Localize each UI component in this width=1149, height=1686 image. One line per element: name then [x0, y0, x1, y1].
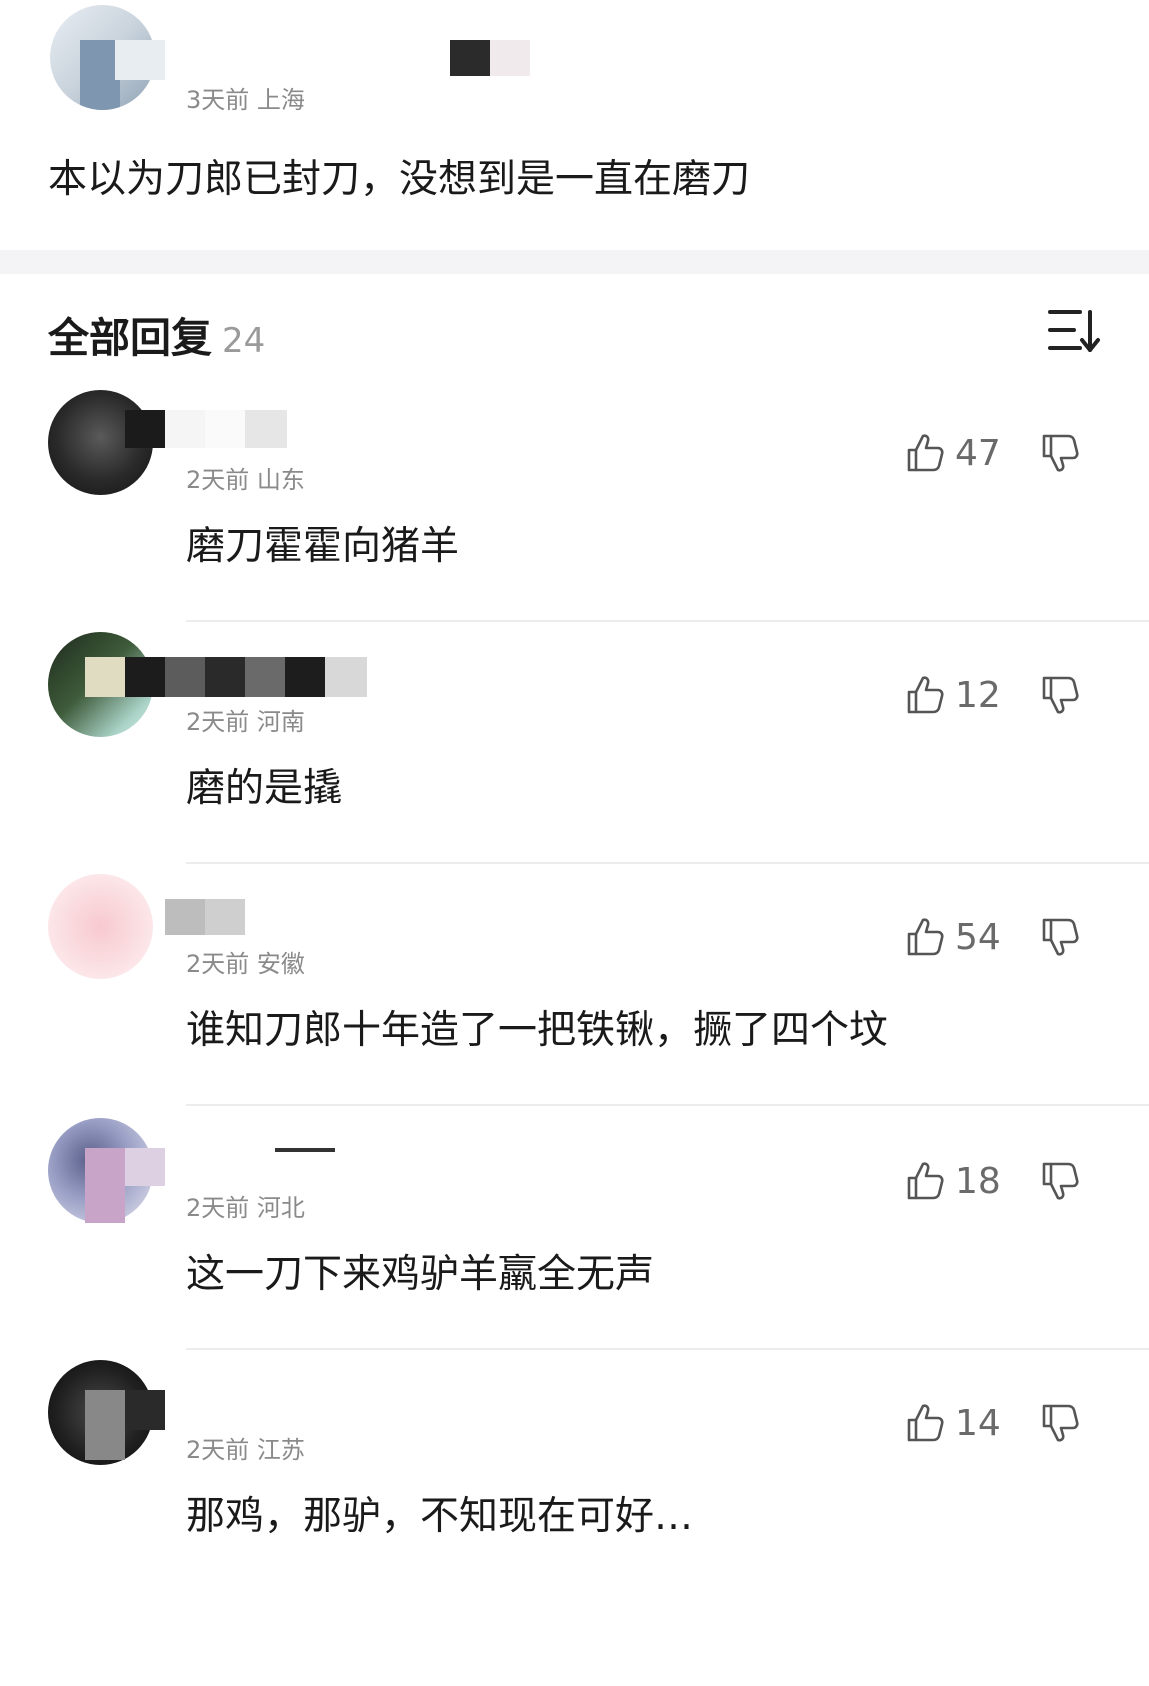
reply-meta: 2天前 河北 — [186, 1194, 305, 1222]
username-mosaic — [165, 657, 205, 697]
username-mosaic — [125, 657, 165, 697]
reply-meta: 2天前 江苏 — [186, 1436, 305, 1464]
thumbs-up-icon — [907, 676, 944, 714]
dislike-button[interactable] — [1040, 432, 1084, 478]
dislike-button[interactable] — [1040, 1402, 1084, 1448]
thumbs-down-icon — [1042, 1404, 1079, 1442]
username-mosaic — [85, 1148, 125, 1223]
username-mosaic — [245, 410, 287, 448]
dislike-button[interactable] — [1040, 1160, 1084, 1206]
divider — [186, 862, 1149, 864]
like-count: 54 — [955, 916, 1001, 958]
thumbs-up-icon — [907, 1404, 944, 1442]
username-mosaic — [125, 1390, 165, 1430]
thumbs-down-icon — [1042, 1162, 1079, 1200]
reply-item: 2天前 江苏 14 那鸡，那驴，不知现在可好… — [0, 1360, 1149, 1622]
username-mosaic — [450, 40, 490, 76]
like-button[interactable]: 14 — [905, 1400, 1001, 1446]
like-count: 14 — [955, 1402, 1001, 1444]
reply-item: 2天前 河南 12 磨的是撬 — [0, 632, 1149, 894]
username-mosaic — [325, 657, 367, 697]
section-divider — [0, 250, 1149, 274]
replies-title: 全部回复 — [48, 314, 212, 362]
thumbs-down-icon — [1042, 434, 1079, 472]
dislike-button[interactable] — [1040, 916, 1084, 962]
reply-meta: 2天前 安徽 — [186, 950, 305, 978]
reply-content: 磨刀霍霍向猪羊 — [186, 524, 460, 569]
comment-meta: 3天前 上海 — [186, 86, 305, 114]
replies-count: 24 — [222, 321, 266, 361]
like-button[interactable]: 12 — [905, 672, 1001, 718]
reply-meta: 2天前 河南 — [186, 708, 305, 736]
reply-content: 这一刀下来鸡驴羊羸全无声 — [186, 1252, 655, 1297]
original-comment: 3天前 上海 本以为刀郎已封刀，没想到是一直在磨刀 — [0, 0, 1149, 250]
reply-content: 磨的是撬 — [186, 766, 343, 811]
divider — [186, 1104, 1149, 1106]
reply-item: 2天前 安徽 54 谁知刀郎十年造了一把铁锹，撅了四个坟 — [0, 874, 1149, 1136]
reply-content: 那鸡，那驴，不知现在可好… — [186, 1494, 694, 1539]
replies-header: 全部回复 24 — [48, 304, 265, 364]
username-mosaic — [205, 899, 245, 935]
username-mosaic — [85, 1390, 125, 1460]
sort-button[interactable] — [1046, 306, 1102, 356]
username-mosaic — [205, 410, 245, 448]
username-mosaic — [85, 657, 125, 697]
username-mosaic — [490, 40, 530, 76]
thumbs-down-icon — [1042, 676, 1079, 714]
reply-content: 谁知刀郎十年造了一把铁锹，撅了四个坟 — [186, 1008, 889, 1053]
like-count: 18 — [955, 1160, 1001, 1202]
sort-icon — [1048, 310, 1100, 352]
like-button[interactable]: 18 — [905, 1158, 1001, 1204]
username-mosaic — [245, 657, 285, 697]
username-mosaic — [205, 657, 245, 697]
like-count: 12 — [955, 674, 1001, 716]
reply-item: 2天前 河北 18 这一刀下来鸡驴羊羸全无声 — [0, 1118, 1149, 1380]
dislike-button[interactable] — [1040, 674, 1084, 720]
like-button[interactable]: 54 — [905, 914, 1001, 960]
reply-item: 2天前 山东 47 磨刀霍霍向猪羊 — [0, 390, 1149, 652]
username-mosaic — [165, 410, 205, 448]
username-mosaic — [115, 40, 165, 80]
username-mosaic — [125, 410, 165, 448]
username-mosaic — [165, 899, 205, 935]
like-count: 47 — [955, 432, 1001, 474]
username-mosaic — [125, 1148, 165, 1186]
avatar[interactable] — [48, 874, 153, 979]
thumbs-up-icon — [907, 918, 944, 956]
reply-meta: 2天前 山东 — [186, 466, 305, 494]
like-button[interactable]: 47 — [905, 430, 1001, 476]
divider — [186, 1348, 1149, 1350]
thumbs-up-icon — [907, 434, 944, 472]
divider — [186, 620, 1149, 622]
comment-content: 本以为刀郎已封刀，没想到是一直在磨刀 — [48, 157, 751, 202]
thumbs-up-icon — [907, 1162, 944, 1200]
thumbs-down-icon — [1042, 918, 1079, 956]
username-mosaic — [285, 657, 325, 697]
username-mosaic — [275, 1148, 335, 1152]
